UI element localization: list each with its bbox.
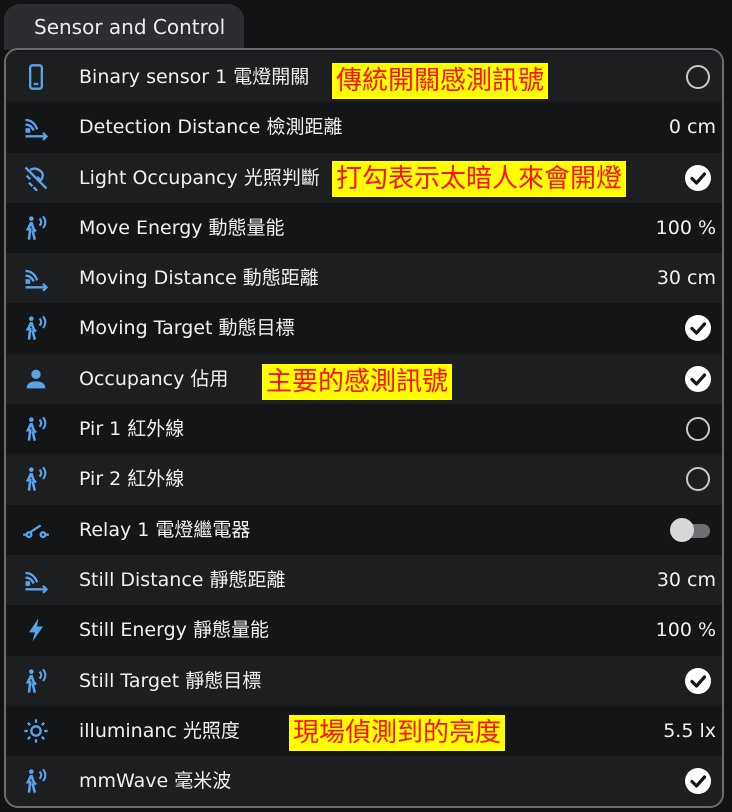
entity-value: 0 cm xyxy=(668,116,716,139)
entity-label[interactable]: Pir 2 紅外線 xyxy=(79,454,184,504)
entity-row[interactable]: Moving Target 動態目標 xyxy=(6,303,722,354)
entity-label[interactable]: Binary sensor 1 電燈開關 xyxy=(79,52,309,102)
annotation-traditional-switch: 傳統開關感測訊號 xyxy=(332,63,549,99)
brightness-icon xyxy=(22,717,50,745)
entity-label[interactable]: mmWave 毫米波 xyxy=(79,756,231,806)
entity-value: 5.5 lx xyxy=(663,719,716,742)
entity-label[interactable]: Pir 1 紅外線 xyxy=(79,404,184,454)
motion-sensor-distance-icon xyxy=(22,113,50,141)
sensor-panel-page: Sensor and Control Binary sensor 1 電燈開關 D… xyxy=(0,0,732,812)
entity-value: 100 % xyxy=(655,216,716,239)
relay-toggle-switch[interactable] xyxy=(670,517,712,542)
entity-row[interactable]: Relay 1 電燈繼電器 xyxy=(6,504,722,555)
annotation-checkmark-explanation: 打勾表示太暗人來會開燈 xyxy=(332,161,627,197)
check-circle-icon xyxy=(685,315,711,342)
entity-label[interactable]: Moving Target 動態目標 xyxy=(79,303,295,353)
entity-label[interactable]: Detection Distance 檢測距離 xyxy=(79,102,342,152)
empty-circle-icon xyxy=(686,467,710,492)
lightning-icon xyxy=(22,616,50,644)
entity-label[interactable]: Moving Distance 動態距離 xyxy=(79,253,319,303)
entity-value: 30 cm xyxy=(656,267,716,290)
entity-label[interactable]: Move Energy 動態量能 xyxy=(79,203,285,253)
account-icon xyxy=(22,365,50,393)
check-circle-icon xyxy=(685,768,711,795)
person-motion-icon xyxy=(22,465,50,493)
motion-sensor-distance-icon xyxy=(22,264,50,292)
entity-label[interactable]: illuminanc 光照度 xyxy=(79,706,240,756)
person-motion-icon xyxy=(22,667,50,695)
light-off-icon xyxy=(22,164,50,192)
entity-row[interactable]: Moving Distance 動態距離 30 cm xyxy=(6,253,722,304)
check-circle-icon xyxy=(685,164,711,191)
person-motion-icon xyxy=(22,415,50,443)
entity-value: 100 % xyxy=(655,619,716,642)
empty-circle-icon xyxy=(686,417,710,442)
empty-circle-icon xyxy=(686,65,710,89)
person-motion-icon xyxy=(22,767,50,795)
entity-value: 30 cm xyxy=(656,568,716,591)
entity-row[interactable]: Still Distance 靜態距離 30 cm xyxy=(6,554,722,606)
entity-label[interactable]: Still Distance 靜態距離 xyxy=(79,555,286,605)
annotation-detected-brightness: 現場偵測到的亮度 xyxy=(289,715,506,751)
check-circle-icon xyxy=(685,667,711,694)
annotation-main-sensor-signal: 主要的感測訊號 xyxy=(262,364,453,400)
person-motion-icon xyxy=(22,214,50,242)
entity-label[interactable]: Still Target 靜態目標 xyxy=(79,656,261,706)
entity-row[interactable]: Still Target 靜態目標 xyxy=(6,655,722,706)
toggle-knob xyxy=(670,517,694,542)
entity-row[interactable]: Move Energy 動態量能 100 % xyxy=(6,202,722,254)
entity-row[interactable]: Pir 2 紅外線 xyxy=(6,454,722,505)
entity-label[interactable]: Light Occupancy 光照判斷 xyxy=(79,153,320,203)
entity-label[interactable]: Occupancy 佔用 xyxy=(79,354,228,404)
entity-row[interactable]: Still Energy 靜態量能 100 % xyxy=(6,605,722,656)
entity-row[interactable]: Pir 1 紅外線 xyxy=(6,404,722,455)
check-circle-icon xyxy=(685,365,711,392)
relay-icon xyxy=(22,516,50,544)
motion-sensor-distance-icon xyxy=(22,566,50,594)
entity-row[interactable]: Detection Distance 檢測距離 0 cm xyxy=(6,102,722,153)
entity-label[interactable]: Still Energy 靜態量能 xyxy=(79,605,269,655)
person-motion-icon xyxy=(22,314,50,342)
phone-icon xyxy=(22,63,50,91)
entity-label[interactable]: Relay 1 電燈繼電器 xyxy=(79,505,250,555)
entity-row[interactable]: mmWave 毫米波 xyxy=(6,756,722,806)
tab-sensor-and-control[interactable]: Sensor and Control xyxy=(4,4,244,50)
